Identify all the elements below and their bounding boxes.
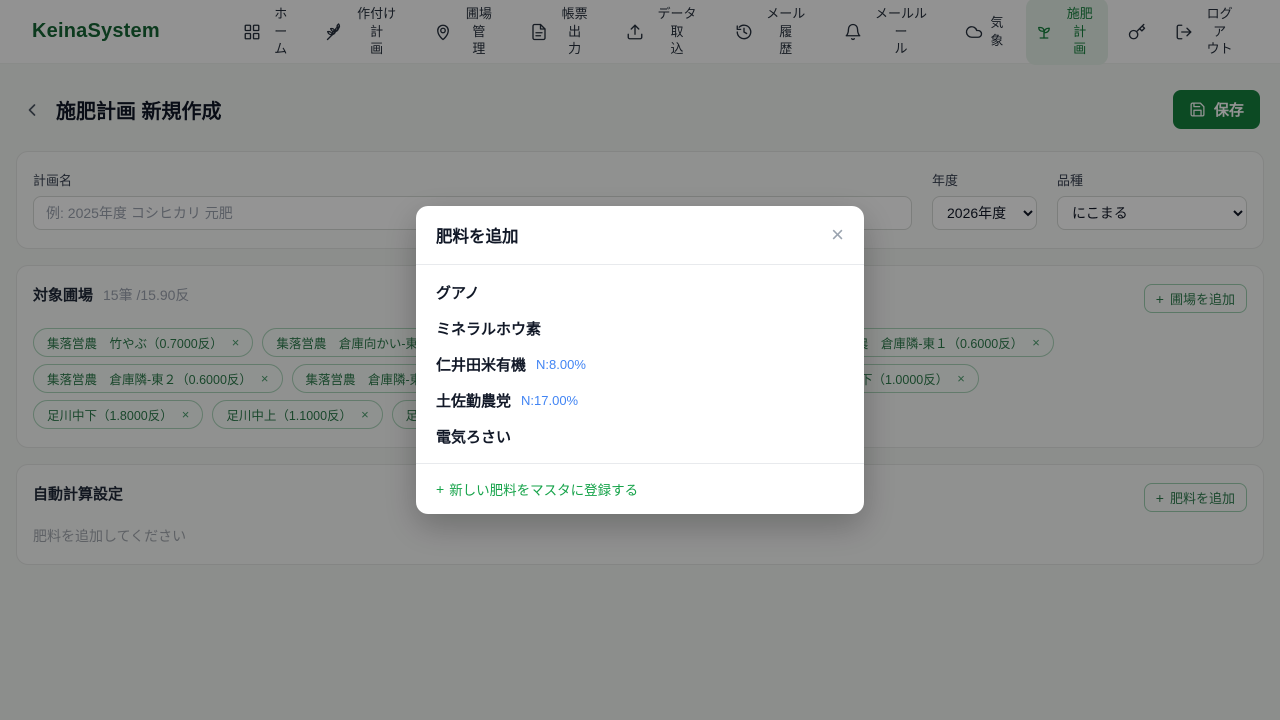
fertilizer-name: グアノ bbox=[436, 282, 480, 303]
fertilizer-list: グアノ ミネラルホウ素 仁井田米有機 N:8.00% 土佐勤農党 N:17.00… bbox=[416, 265, 864, 463]
fertilizer-n-value: N:17.00% bbox=[521, 393, 578, 408]
fertilizer-n-value: N:8.00% bbox=[536, 357, 586, 372]
fertilizer-name: ミネラルホウ素 bbox=[436, 318, 541, 339]
fertilizer-option[interactable]: グアノ bbox=[416, 274, 864, 310]
modal-layer: 肥料を追加 × グアノ ミネラルホウ素 仁井田米有機 N:8.00% 土佐勤農党… bbox=[0, 0, 1280, 720]
fertilizer-option[interactable]: 電気ろさい bbox=[416, 418, 864, 454]
fertilizer-name: 土佐勤農党 bbox=[436, 390, 511, 411]
fertilizer-option[interactable]: 土佐勤農党 N:17.00% bbox=[416, 382, 864, 418]
plus-icon: + bbox=[436, 482, 444, 496]
fertilizer-option[interactable]: 仁井田米有機 N:8.00% bbox=[416, 346, 864, 382]
modal-title: 肥料を追加 bbox=[436, 223, 519, 247]
fertilizer-name: 電気ろさい bbox=[436, 426, 511, 447]
register-new-fertilizer-label: 新しい肥料をマスタに登録する bbox=[449, 479, 638, 499]
add-fertilizer-modal: 肥料を追加 × グアノ ミネラルホウ素 仁井田米有機 N:8.00% 土佐勤農党… bbox=[416, 206, 864, 514]
close-icon[interactable]: × bbox=[831, 224, 844, 246]
register-new-fertilizer-link[interactable]: + 新しい肥料をマスタに登録する bbox=[436, 479, 638, 499]
fertilizer-option[interactable]: ミネラルホウ素 bbox=[416, 310, 864, 346]
fertilizer-name: 仁井田米有機 bbox=[436, 354, 526, 375]
